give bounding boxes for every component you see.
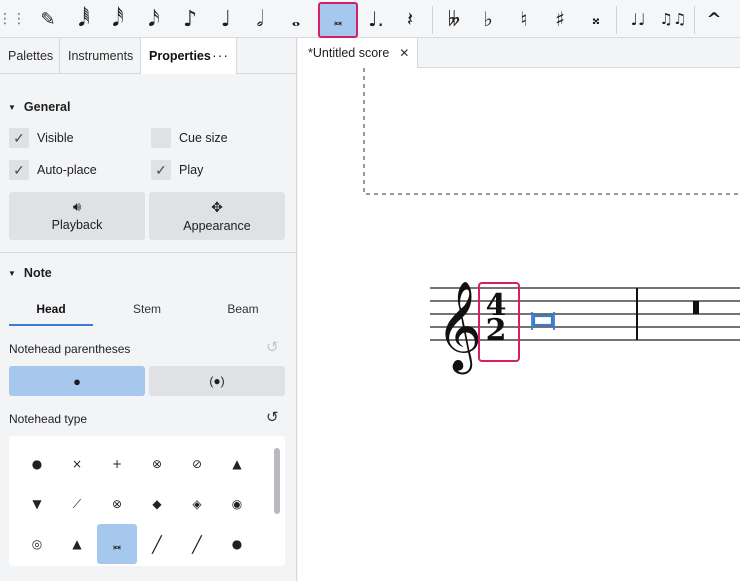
parentheses-off-option[interactable]: ● (9, 366, 145, 396)
notehead-large-slash-icon[interactable]: ╱ (177, 524, 217, 564)
notehead-cross-icon[interactable]: × (57, 444, 97, 484)
double-sharp-icon[interactable]: 𝄪 (582, 4, 610, 34)
notehead-triangle-up-icon[interactable]: ▲ (217, 444, 257, 484)
notehead-type-grid: ● × + ⊗ ⊘ ▲ ▼ ⟋ ⊗ ◆ ◈ ◉ ◎ ▲ 𝅜 ╱ ╱ ● (9, 436, 285, 566)
note-section-header[interactable]: ▼ Note (8, 266, 52, 280)
note-section-title: Note (23, 266, 52, 280)
score-tab-title: *Untitled score (308, 46, 390, 60)
duration-32nd-icon[interactable]: 𝅘𝅥𝅰 (104, 4, 132, 34)
score-tab[interactable]: *Untitled score ✕ (298, 38, 418, 68)
notehead-circled-large-icon[interactable]: ◎ (17, 524, 57, 564)
augmentation-dot-icon[interactable]: ♩. (362, 4, 390, 34)
toolbar-separator (694, 6, 695, 34)
duration-64th-icon[interactable]: 𝅘𝅥𝅱 (70, 4, 98, 34)
play-label: Play (179, 163, 204, 177)
more-options-icon[interactable]: ··· (212, 38, 229, 74)
speaker-icon: 🔊︎ (72, 200, 82, 215)
notehead-icon: ● (73, 373, 81, 389)
notehead-normal-icon[interactable]: ● (17, 444, 57, 484)
tab-instruments[interactable]: Instruments (60, 38, 141, 74)
toolbar-separator (616, 6, 617, 34)
notehead-type-label: Notehead type (9, 412, 88, 426)
rest-icon[interactable]: 𝄽 (396, 4, 424, 34)
move-arrows-icon: ✥ (211, 199, 223, 216)
subtab-beam[interactable]: Beam (201, 302, 285, 326)
notehead-large-arrow-icon[interactable]: ▲ (57, 524, 97, 564)
drag-handle-icon[interactable]: ⋮⋮ (0, 4, 26, 34)
notehead-breve-icon[interactable]: 𝅜 (97, 524, 137, 564)
duration-quarter-icon[interactable]: ♩ (212, 4, 240, 34)
visible-checkbox[interactable]: ✓ Visible (9, 128, 74, 148)
general-section-header[interactable]: ▼ General (8, 100, 70, 114)
sharp-icon[interactable]: ♯ (546, 4, 574, 34)
time-signature-bottom: 2 (486, 313, 507, 348)
auto-place-checkbox[interactable]: ✓ Auto-place (9, 160, 97, 180)
natural-icon[interactable]: ♮ (510, 4, 538, 34)
play-checkbox[interactable]: ✓ Play (151, 160, 203, 180)
cue-size-label: Cue size (179, 131, 228, 145)
notehead-parentheses-label: Notehead parentheses (9, 342, 131, 356)
close-icon[interactable]: ✕ (399, 46, 409, 60)
reset-icon: ↺ (266, 339, 279, 356)
treble-clef-icon[interactable]: 𝄞 (436, 281, 482, 375)
panel-tabs: Palettes Instruments Properties ··· (0, 38, 297, 74)
note-input-toolbar: ⋮⋮ ✎ 𝅘𝅥𝅱 𝅘𝅥𝅰 𝅘𝅥𝅯 ♪ ♩ 𝅗𝅥 𝅝 𝅜 ♩. 𝄽 𝄫 ♭ ♮ ♯… (0, 0, 740, 38)
playback-label: Playback (51, 218, 103, 232)
playback-button[interactable]: 🔊︎ Playback (9, 192, 145, 240)
toolbar-separator (432, 6, 433, 34)
notehead-withx-icon[interactable]: ⊘ (177, 444, 217, 484)
notehead-diamond-icon[interactable]: ◆ (137, 484, 177, 524)
checkbox-empty (151, 128, 171, 148)
double-flat-icon[interactable]: 𝄫 (440, 4, 468, 34)
notehead-slashed-forward-icon[interactable]: ⟋ (57, 484, 97, 524)
breve-rest[interactable] (693, 301, 699, 314)
score-svg: 𝄞 4 2 (363, 68, 740, 375)
parentheses-on-option[interactable]: (●) (149, 366, 285, 396)
checkmark-icon: ✓ (9, 160, 29, 180)
appearance-button[interactable]: ✥ Appearance (149, 192, 285, 240)
duration-half-icon[interactable]: 𝅗𝅥 (246, 4, 274, 34)
flat-icon[interactable]: ♭ (474, 4, 502, 34)
marcato-icon[interactable]: ^ (700, 4, 728, 34)
tab-palettes[interactable]: Palettes (0, 38, 60, 74)
general-section-title: General (23, 100, 71, 114)
tab-strip (418, 38, 740, 68)
visible-label: Visible (37, 131, 74, 145)
checkmark-icon: ✓ (9, 128, 29, 148)
properties-panel: Palettes Instruments Properties ··· ▼ Ge… (0, 38, 297, 581)
appearance-label: Appearance (183, 218, 251, 233)
cue-size-checkbox[interactable]: Cue size (151, 128, 228, 148)
duration-breve-icon[interactable]: 𝅜 (318, 2, 358, 38)
notehead-diamond-old-icon[interactable]: ◈ (177, 484, 217, 524)
tie-icon[interactable]: ♩♩ (622, 4, 654, 34)
auto-place-label: Auto-place (37, 163, 97, 177)
duration-whole-icon[interactable]: 𝅝 (282, 4, 310, 34)
score-canvas[interactable]: 𝄞 4 2 (298, 68, 740, 581)
duration-eighth-icon[interactable]: ♪ (176, 4, 204, 34)
checkmark-icon: ✓ (151, 160, 171, 180)
notehead-circled-icon[interactable]: ◉ (217, 484, 257, 524)
note-input-pencil-icon[interactable]: ✎ (34, 4, 62, 34)
slur-icon[interactable]: ♫♫ (656, 4, 690, 34)
collapse-triangle-icon: ▼ (8, 268, 16, 278)
subtab-stem[interactable]: Stem (105, 302, 189, 326)
notehead-slash-icon[interactable]: ╱ (137, 524, 177, 564)
section-divider (0, 252, 297, 253)
parenthesized-notehead-icon: (●) (209, 374, 225, 388)
reset-icon[interactable]: ↺ (266, 408, 279, 426)
subtab-head[interactable]: Head (9, 302, 93, 326)
duration-16th-icon[interactable]: 𝅘𝅥𝅯 (140, 4, 168, 34)
notehead-slashed-backward-icon[interactable]: ⊗ (97, 484, 137, 524)
grid-scrollbar[interactable] (274, 448, 280, 514)
notehead-sol-icon[interactable]: ● (217, 524, 257, 564)
collapse-triangle-icon: ▼ (8, 102, 16, 112)
notehead-xcircle-icon[interactable]: ⊗ (137, 444, 177, 484)
notehead-plus-icon[interactable]: + (97, 444, 137, 484)
page-frame-dashed (363, 68, 740, 195)
notehead-triangle-down-icon[interactable]: ▼ (17, 484, 57, 524)
